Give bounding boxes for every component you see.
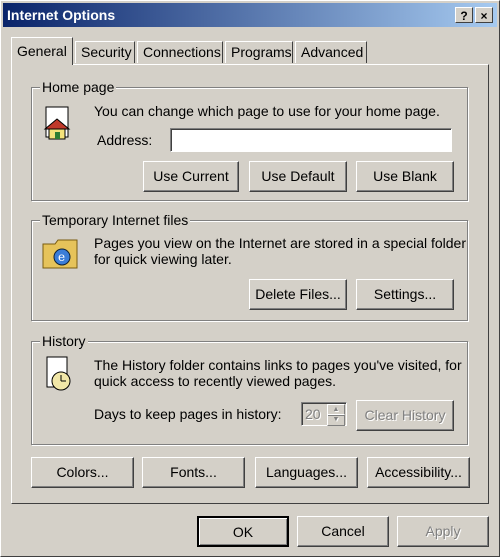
tab-programs[interactable]: Programs xyxy=(225,41,293,63)
settings-button[interactable]: Settings... xyxy=(356,279,454,310)
clear-history-button[interactable]: Clear History xyxy=(356,400,454,431)
spin-down-icon[interactable]: ▼ xyxy=(327,414,345,426)
days-to-keep-spinner[interactable]: 20 ▲ ▼ xyxy=(301,402,347,426)
fonts-button[interactable]: Fonts... xyxy=(142,457,245,488)
use-default-button[interactable]: Use Default xyxy=(249,161,347,192)
svg-text:e: e xyxy=(58,250,65,264)
colors-button[interactable]: Colors... xyxy=(31,457,134,488)
tab-advanced[interactable]: Advanced xyxy=(295,41,367,63)
accessibility-button[interactable]: Accessibility... xyxy=(367,457,470,488)
tab-security[interactable]: Security xyxy=(75,41,135,63)
ok-button[interactable]: OK xyxy=(197,516,289,547)
history-description-2: quick access to recently viewed pages. xyxy=(94,373,337,389)
history-description-1: The History folder contains links to pag… xyxy=(94,357,462,373)
cancel-button[interactable]: Cancel xyxy=(297,516,389,547)
internet-options-dialog: Internet Options ? × General Security Co… xyxy=(0,0,500,557)
address-input[interactable] xyxy=(170,128,452,152)
home-page-group-label: Home page xyxy=(40,79,117,95)
use-blank-button[interactable]: Use Blank xyxy=(356,161,454,192)
delete-files-button[interactable]: Delete Files... xyxy=(249,279,347,310)
window-title: Internet Options xyxy=(7,7,116,23)
ie-folder-icon: e xyxy=(42,239,78,269)
history-clock-icon xyxy=(46,356,71,391)
history-group-label: History xyxy=(40,333,88,349)
address-label: Address: xyxy=(97,132,153,148)
close-button[interactable]: × xyxy=(475,7,493,23)
days-to-keep-value: 20 xyxy=(305,406,321,422)
temp-files-group-label: Temporary Internet files xyxy=(40,212,191,228)
tab-connections[interactable]: Connections xyxy=(137,41,223,63)
help-button[interactable]: ? xyxy=(455,7,473,23)
days-to-keep-label: Days to keep pages in history: xyxy=(94,406,282,422)
temp-files-description-2: for quick viewing later. xyxy=(94,251,232,267)
home-page-icon xyxy=(43,106,71,140)
home-page-description: You can change which page to use for you… xyxy=(94,103,440,119)
use-current-button[interactable]: Use Current xyxy=(143,161,239,192)
title-bar[interactable]: Internet Options ? × xyxy=(3,3,497,27)
tab-general[interactable]: General xyxy=(11,37,73,65)
languages-button[interactable]: Languages... xyxy=(255,457,358,488)
apply-button[interactable]: Apply xyxy=(397,516,489,547)
temp-files-description-1: Pages you view on the Internet are store… xyxy=(94,235,466,251)
